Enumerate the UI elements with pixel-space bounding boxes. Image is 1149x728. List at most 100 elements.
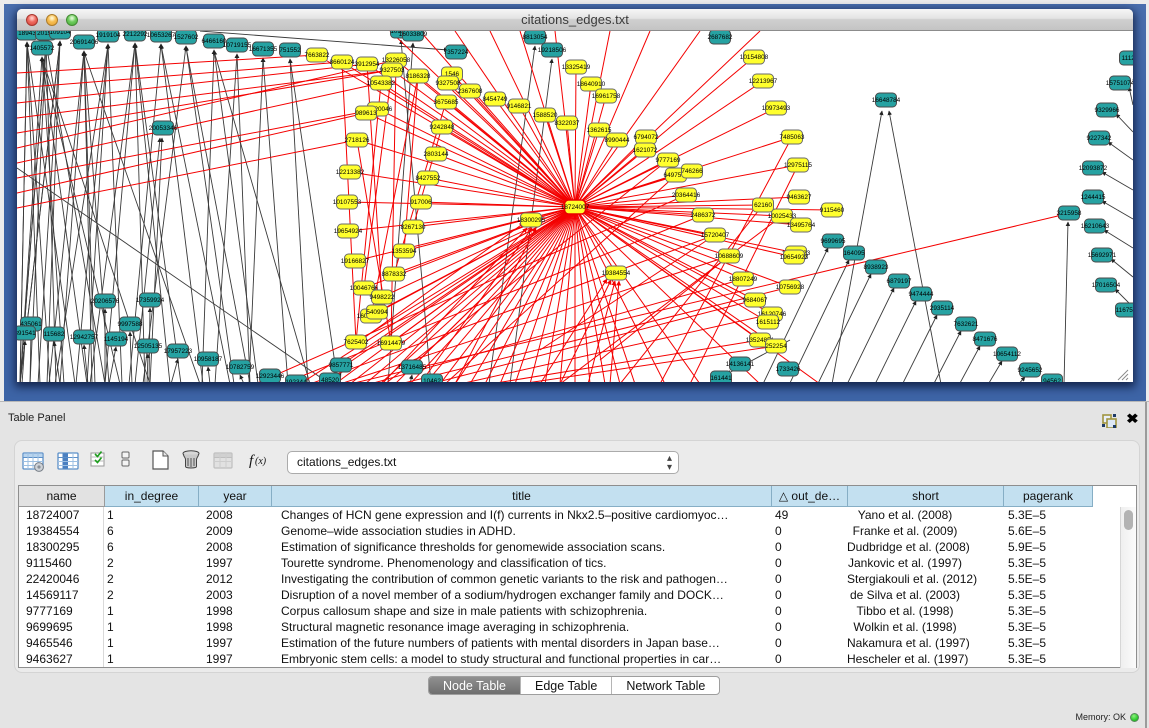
svg-text:1615112: 1615112 (756, 319, 781, 326)
svg-text:9474444: 9474444 (909, 291, 934, 298)
svg-text:2367608: 2367608 (458, 88, 483, 95)
svg-text:10462: 10462 (423, 378, 441, 382)
svg-text:16914479: 16914479 (377, 340, 406, 347)
svg-text:917006: 917006 (410, 199, 432, 206)
svg-text:10653267: 10653267 (147, 32, 176, 39)
svg-text:11121: 11121 (1122, 55, 1133, 62)
svg-text:16033809: 16033809 (399, 31, 428, 38)
svg-text:9463627: 9463627 (787, 194, 812, 201)
svg-text:10688609: 10688609 (715, 253, 744, 260)
svg-text:12975115: 12975115 (784, 162, 812, 169)
svg-text:9242848: 9242848 (430, 124, 455, 131)
svg-text:18300295: 18300295 (517, 217, 546, 224)
svg-text:8471676: 8471676 (973, 336, 998, 343)
svg-text:7663822: 7663822 (305, 52, 330, 59)
svg-text:16671355: 16671355 (249, 46, 278, 53)
svg-text:17957223: 17957223 (164, 348, 193, 355)
svg-text:16648784: 16648784 (872, 97, 901, 104)
svg-text:2212292: 2212292 (123, 31, 148, 38)
svg-text:3215958: 3215958 (1057, 210, 1082, 217)
svg-text:13716485: 13716485 (398, 364, 427, 371)
svg-text:989613: 989613 (355, 110, 377, 117)
svg-text:(x): (x) (255, 456, 267, 467)
svg-text:9777169: 9777169 (656, 157, 681, 164)
svg-text:1588520: 1588520 (533, 112, 558, 119)
svg-text:17016504: 17016504 (1092, 282, 1121, 289)
svg-text:1621072: 1621072 (633, 147, 658, 154)
svg-text:9684067: 9684067 (743, 297, 768, 304)
svg-text:20053346: 20053346 (149, 125, 178, 132)
svg-text:10107553: 10107553 (333, 199, 362, 206)
svg-text:15751074: 15751074 (1106, 80, 1133, 87)
svg-text:1353594: 1353594 (392, 248, 417, 255)
svg-text:16961758: 16961758 (592, 93, 621, 100)
svg-text:12213382: 12213382 (336, 169, 365, 176)
svg-text:1362615: 1362615 (587, 127, 612, 134)
svg-text:10782759: 10782759 (226, 364, 255, 371)
svg-text:2718126: 2718126 (345, 137, 370, 144)
svg-text:8267130: 8267130 (401, 224, 426, 231)
svg-text:8938923: 8938923 (864, 264, 889, 271)
svg-text:12093872: 12093872 (1079, 165, 1108, 172)
svg-text:1244415: 1244415 (1081, 194, 1106, 201)
svg-text:2687682: 2687682 (708, 34, 733, 41)
svg-text:9498222: 9498222 (370, 294, 395, 301)
svg-text:1733426: 1733426 (776, 366, 801, 373)
svg-text:1527602: 1527602 (174, 34, 199, 41)
svg-text:9146821: 9146821 (507, 103, 532, 110)
svg-text:19654923: 19654923 (780, 254, 809, 261)
svg-text:9245652: 9245652 (1018, 367, 1043, 374)
svg-text:2803144: 2803144 (424, 151, 449, 158)
svg-text:9115460: 9115460 (820, 207, 845, 214)
svg-text:18724007: 18724007 (561, 204, 590, 211)
svg-text:8454749: 8454749 (483, 96, 508, 103)
svg-text:13325419: 13325419 (562, 64, 591, 71)
svg-text:540994: 540994 (366, 309, 388, 316)
svg-text:18807249: 18807249 (729, 276, 758, 283)
svg-text:115682: 115682 (44, 331, 65, 338)
svg-text:8322037: 8322037 (555, 120, 580, 127)
svg-text:10543382: 10543382 (367, 80, 396, 87)
svg-text:2486372: 2486372 (691, 212, 716, 219)
svg-text:16210643: 16210643 (1081, 223, 1110, 230)
svg-text:8427552: 8427552 (416, 175, 441, 182)
svg-text:20364416: 20364416 (672, 192, 701, 199)
svg-text:1919104: 1919104 (96, 32, 121, 39)
svg-text:751552: 751552 (279, 47, 301, 54)
svg-text:8813054: 8813054 (523, 34, 548, 41)
svg-text:48520: 48520 (321, 377, 339, 382)
svg-text:10958187: 10958187 (194, 356, 223, 363)
svg-text:10154808: 10154808 (740, 54, 769, 61)
svg-text:12213967: 12213967 (749, 78, 778, 85)
svg-text:19218506: 19218506 (538, 47, 567, 54)
svg-text:18640910: 18640910 (577, 81, 606, 88)
svg-text:12505135: 12505135 (134, 343, 163, 350)
svg-text:20206576: 20206576 (91, 298, 120, 305)
svg-text:20691406: 20691406 (70, 39, 99, 46)
svg-text:8878332: 8878332 (382, 271, 407, 278)
svg-text:1145194: 1145194 (104, 336, 129, 343)
svg-text:19166827: 19166827 (341, 258, 370, 265)
svg-text:14136141: 14136141 (726, 361, 755, 368)
svg-text:109104: 109104 (49, 31, 71, 36)
svg-text:2935114: 2935114 (930, 305, 955, 312)
svg-text:18943: 18943 (18, 31, 36, 37)
svg-text:9329966: 9329966 (1095, 107, 1120, 114)
svg-text:15692971: 15692971 (1088, 252, 1117, 259)
svg-text:252254: 252254 (765, 343, 787, 350)
svg-text:7485063: 7485063 (780, 134, 805, 141)
svg-text:10719155: 10719155 (223, 42, 252, 49)
svg-text:7632621: 7632621 (954, 321, 979, 328)
svg-text:12942757: 12942757 (70, 334, 99, 341)
svg-text:62160: 62160 (754, 202, 772, 209)
svg-text:164095: 164095 (843, 250, 865, 257)
svg-text:10973493: 10973493 (762, 105, 791, 112)
svg-text:192344: 192344 (285, 379, 307, 382)
svg-text:1405572: 1405572 (30, 45, 55, 52)
svg-text:9227342: 9227342 (1087, 135, 1112, 142)
svg-text:6794072: 6794072 (634, 134, 659, 141)
svg-text:17359924: 17359924 (136, 297, 165, 304)
svg-text:9699695: 9699695 (821, 238, 846, 245)
svg-text:19654924: 19654924 (334, 228, 363, 235)
svg-text:9327508: 9327508 (436, 80, 461, 87)
